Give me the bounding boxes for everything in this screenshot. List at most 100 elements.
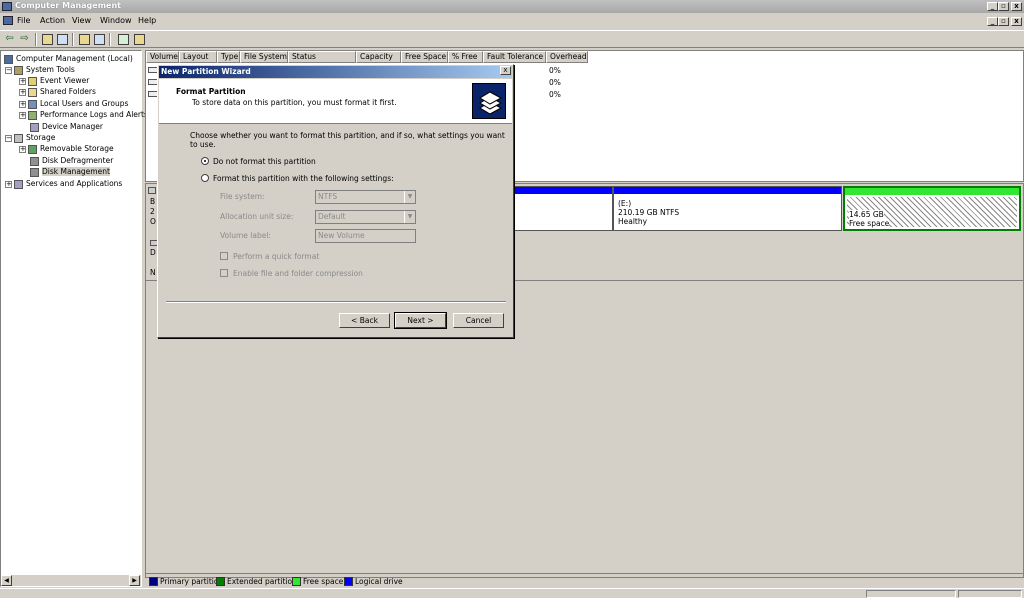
radio-do-not-format[interactable] — [201, 157, 209, 165]
back-icon[interactable]: ⇦ — [3, 33, 16, 46]
partition-color-bar — [515, 187, 612, 194]
doc-minimize-button[interactable]: _ — [987, 17, 998, 26]
wizard-disk-icon — [472, 83, 506, 119]
back-button[interactable]: < Back — [339, 313, 390, 328]
volume-label-input[interactable]: New Volume — [315, 229, 416, 243]
column-header-status[interactable]: Status — [288, 51, 356, 63]
wizard-title: New Partition Wizard — [161, 67, 251, 76]
scroll-left-icon[interactable]: ◀ — [1, 575, 12, 586]
menu-file[interactable]: File — [17, 16, 30, 25]
quick-format-label[interactable]: Perform a quick format — [233, 252, 319, 261]
expand-icon[interactable]: + — [19, 100, 26, 108]
expand-icon[interactable]: + — [19, 145, 26, 153]
forward-icon[interactable]: ⇨ — [18, 33, 31, 46]
cdrom-label: D — [150, 248, 156, 257]
tree-item-event-viewer[interactable]: + Event Viewer — [19, 75, 89, 86]
allocation-unit-label: Allocation unit size: — [220, 212, 294, 221]
menu-window[interactable]: Window — [100, 16, 132, 25]
properties-icon[interactable] — [79, 34, 90, 45]
column-header-fault-tolerance[interactable]: Fault Tolerance — [483, 51, 546, 63]
restore-button[interactable]: ▫ — [998, 2, 1009, 11]
tools-icon — [14, 65, 23, 75]
dropdown-arrow-icon[interactable]: ▼ — [404, 191, 415, 203]
tree-item-services-applications[interactable]: + Services and Applications — [5, 178, 122, 189]
wizard-heading: Format Partition — [176, 87, 246, 96]
column-header-volume[interactable]: Volume — [146, 51, 179, 63]
expand-icon[interactable]: + — [5, 180, 12, 188]
compression-checkbox[interactable] — [220, 269, 228, 277]
radio-format[interactable] — [201, 174, 209, 182]
partition-free-space[interactable]: 14.65 GB Free space — [843, 186, 1021, 231]
tree-item-disk-defragmenter[interactable]: Disk Defragmenter — [30, 155, 113, 166]
column-header-percent-free[interactable]: % Free — [448, 51, 483, 63]
tree-item-performance-logs[interactable]: + Performance Logs and Alerts — [19, 109, 148, 120]
disk-0-status: O — [150, 217, 156, 226]
partition-color-bar — [614, 187, 841, 194]
column-header-layout[interactable]: Layout — [179, 51, 217, 63]
partition-hidden-segment[interactable] — [514, 186, 613, 231]
next-button[interactable]: Next > — [394, 312, 447, 329]
partition-e-size: 210.19 GB NTFS — [618, 208, 680, 217]
storage-icon — [14, 133, 23, 143]
help-icon[interactable] — [118, 34, 129, 45]
collapse-icon[interactable]: − — [5, 134, 12, 142]
toolbar-separator — [72, 33, 74, 46]
volume-row-overhead: 0% — [549, 66, 561, 75]
menu-bar: File Action View Window Help _ ▫ x — [0, 14, 1024, 29]
allocation-unit-select[interactable]: Default ▼ — [315, 210, 416, 224]
expand-icon[interactable]: + — [19, 88, 26, 96]
column-header-type[interactable]: Type — [217, 51, 240, 63]
menu-help[interactable]: Help — [138, 16, 156, 25]
legend-primary: Primary partition — [160, 577, 224, 586]
tree-horizontal-scrollbar[interactable]: ◀ ▶ — [1, 574, 141, 586]
wizard-close-button[interactable]: x — [500, 66, 511, 75]
console-tree-icon[interactable] — [57, 34, 68, 45]
menu-action[interactable]: Action — [40, 16, 65, 25]
column-header-free-space[interactable]: Free Space — [401, 51, 448, 63]
expand-icon[interactable]: + — [19, 77, 26, 85]
tree-item-removable-storage[interactable]: + Removable Storage — [19, 143, 114, 154]
console-tree[interactable]: Computer Management (Local) − System Tool… — [0, 50, 148, 587]
removable-storage-icon — [28, 144, 37, 154]
wizard-title-bar: New Partition Wizard — [159, 66, 512, 78]
minimize-button[interactable]: _ — [987, 2, 998, 11]
tree-item-disk-management[interactable]: Disk Management — [30, 166, 110, 177]
collapse-icon[interactable]: − — [5, 66, 12, 74]
tree-item-computer-management[interactable]: Computer Management (Local) — [4, 53, 133, 64]
option-do-not-format-label[interactable]: Do not format this partition — [213, 157, 316, 166]
allocation-unit-value: Default — [318, 212, 346, 221]
menu-view[interactable]: View — [72, 16, 91, 25]
expand-icon[interactable]: + — [19, 111, 26, 119]
column-header-capacity[interactable]: Capacity — [356, 51, 401, 63]
tree-item-local-users[interactable]: + Local Users and Groups — [19, 98, 128, 109]
free-space-label: Free space — [849, 219, 890, 228]
tree-item-device-manager[interactable]: Device Manager — [30, 121, 103, 132]
performance-icon — [28, 110, 37, 120]
refresh-icon[interactable] — [94, 34, 105, 45]
tree-item-storage[interactable]: − Storage — [5, 132, 55, 143]
scroll-right-icon[interactable]: ▶ — [129, 575, 140, 586]
doc-close-button[interactable]: x — [1011, 17, 1022, 26]
legend-logical: Logical drive — [355, 577, 403, 586]
dropdown-arrow-icon[interactable]: ▼ — [404, 211, 415, 223]
partition-e[interactable]: (E:) 210.19 GB NTFS Healthy — [613, 186, 842, 231]
legend-swatch-primary — [149, 577, 158, 586]
tree-item-system-tools[interactable]: − System Tools — [5, 64, 75, 75]
status-bar — [0, 588, 1024, 598]
cancel-button[interactable]: Cancel — [453, 313, 504, 328]
column-header-overhead[interactable]: Overhead — [546, 51, 588, 63]
partition-color-bar — [845, 188, 1019, 195]
up-folder-icon[interactable] — [42, 34, 53, 45]
close-button[interactable]: x — [1011, 2, 1022, 11]
compression-label[interactable]: Enable file and folder compression — [233, 269, 363, 278]
legend-swatch-logical — [344, 577, 353, 586]
tree-item-shared-folders[interactable]: + Shared Folders — [19, 86, 96, 97]
doc-restore-button[interactable]: ▫ — [998, 17, 1009, 26]
quick-format-checkbox[interactable] — [220, 252, 228, 260]
file-system-label: File system: — [220, 192, 265, 201]
export-icon[interactable] — [134, 34, 145, 45]
column-header-file-system[interactable]: File System — [240, 51, 288, 63]
option-format-label[interactable]: Format this partition with the following… — [213, 174, 394, 183]
wizard-header: Format Partition To store data on this p… — [159, 79, 512, 124]
file-system-select[interactable]: NTFS ▼ — [315, 190, 416, 204]
